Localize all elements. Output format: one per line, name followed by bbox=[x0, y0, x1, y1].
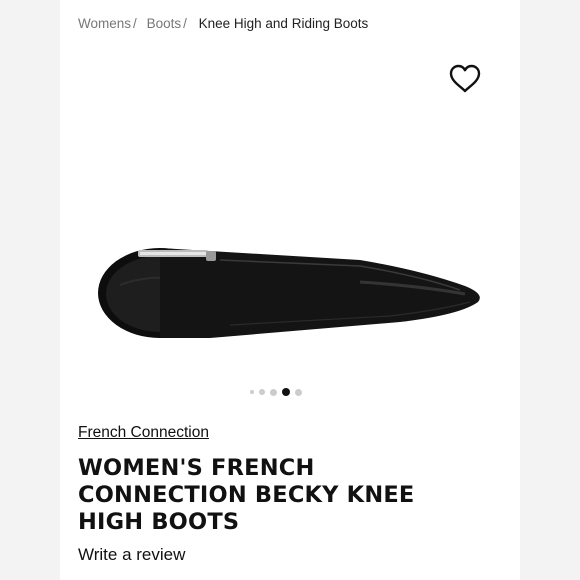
breadcrumb-separator: / bbox=[133, 16, 137, 31]
carousel-dot[interactable] bbox=[259, 389, 265, 395]
brand-link[interactable]: French Connection bbox=[78, 424, 209, 442]
carousel-dot[interactable] bbox=[270, 388, 277, 396]
carousel-dot-active[interactable] bbox=[282, 388, 290, 396]
wishlist-heart-icon[interactable] bbox=[448, 62, 482, 96]
breadcrumb-separator: / bbox=[183, 16, 187, 31]
breadcrumb-womens[interactable]: Womens bbox=[78, 16, 131, 31]
write-review-link[interactable]: Write a review bbox=[78, 545, 185, 565]
product-title: WOMEN'S FRENCH CONNECTION BECKY KNEE HIG… bbox=[78, 455, 415, 535]
carousel-dot[interactable] bbox=[295, 388, 302, 396]
carousel-dot[interactable] bbox=[250, 390, 254, 394]
product-image[interactable] bbox=[60, 110, 520, 380]
breadcrumb-boots[interactable]: Boots bbox=[147, 16, 182, 31]
breadcrumb: Womens / Boots / Knee High and Riding Boot… bbox=[78, 16, 368, 31]
breadcrumb-current: Knee High and Riding Boots bbox=[198, 16, 369, 31]
image-carousel-dots bbox=[250, 386, 302, 398]
